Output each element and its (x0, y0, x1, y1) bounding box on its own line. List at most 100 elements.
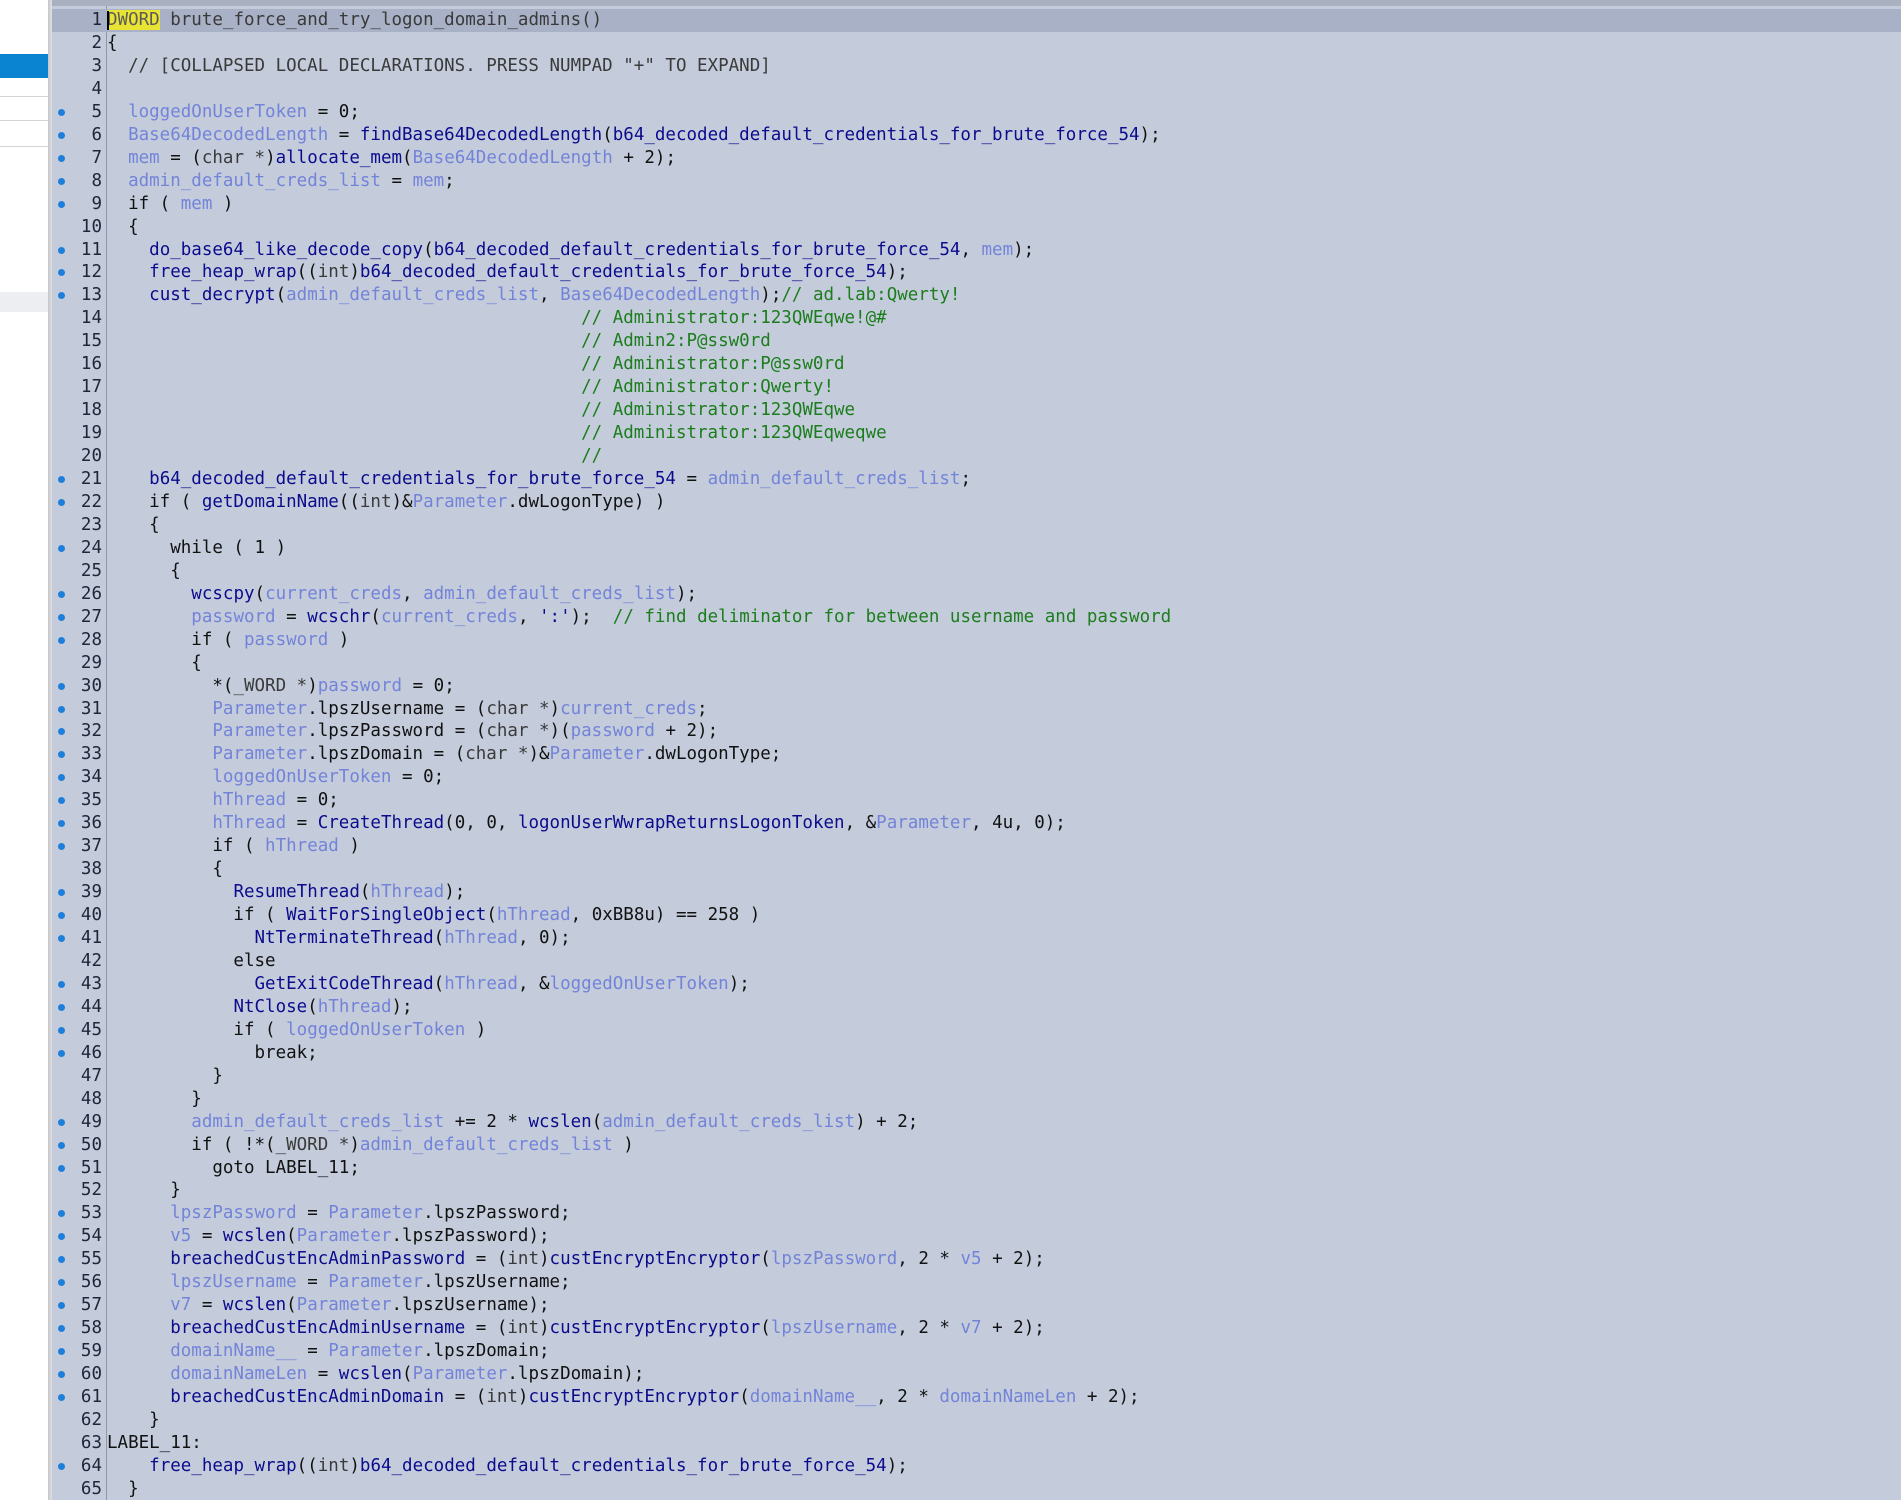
breakpoint-dot-icon[interactable] (58, 1325, 65, 1333)
code-token[interactable]: = (381, 171, 413, 191)
code-token[interactable] (107, 974, 255, 994)
code-token[interactable]: ); (676, 584, 697, 604)
left-panel-selected-item[interactable] (0, 54, 48, 78)
code-token[interactable]: hThread (318, 997, 392, 1017)
code-token[interactable]: } (107, 1066, 223, 1086)
code-text[interactable]: loggedOnUserToken = 0; (107, 766, 444, 789)
code-token[interactable]: password (244, 630, 328, 650)
highlighted-token[interactable]: DWORD (107, 10, 160, 30)
code-token[interactable]: = (328, 125, 360, 145)
code-token[interactable]: domainNameLen (939, 1387, 1076, 1407)
left-panel-hover-row[interactable] (0, 292, 48, 312)
code-line[interactable]: 23 { (52, 514, 1901, 537)
breakpoint-dot-icon[interactable] (58, 200, 65, 208)
code-token[interactable]: logonUserWwrapReturnsLogonToken (518, 813, 845, 833)
left-panel[interactable] (0, 0, 48, 1500)
code-token[interactable]: admin_default_creds_list (128, 171, 381, 191)
code-line[interactable]: 63 LABEL_11: (52, 1432, 1901, 1455)
breakpoint-dot-icon[interactable] (58, 1164, 65, 1172)
code-token[interactable]: wcslen (339, 1364, 402, 1384)
code-text[interactable]: password = wcschr(current_creds, ':'); /… (107, 606, 1171, 629)
breakpoint-dot-icon[interactable] (58, 131, 65, 139)
code-line[interactable]: 61 breachedCustEncAdminDomain = (int)cus… (52, 1386, 1901, 1409)
code-line[interactable]: 36 hThread = CreateThread(0, 0, logonUse… (52, 812, 1901, 835)
code-token[interactable]: = ( (465, 1249, 508, 1269)
code-line[interactable]: 2{ (52, 32, 1901, 55)
code-token[interactable] (107, 148, 128, 168)
code-line[interactable]: 22 if ( getDomainName((int)&Parameter.dw… (52, 491, 1901, 514)
breakpoint-dot-icon[interactable] (58, 476, 65, 483)
code-token[interactable]: char * (202, 148, 265, 168)
code-text[interactable]: break; (107, 1042, 318, 1065)
code-token[interactable]: findBase64DecodedLength (360, 125, 602, 145)
code-token[interactable]: ) (328, 630, 350, 650)
code-token[interactable]: goto LABEL_11; (107, 1158, 360, 1178)
code-token[interactable]: loggedOnUserToken (128, 102, 307, 122)
code-line[interactable]: 1 DWORD brute_force_and_try_logon_domain_… (52, 9, 1901, 32)
code-token[interactable]: v5 (170, 1226, 191, 1246)
code-token[interactable]: wcslen (223, 1226, 286, 1246)
code-text[interactable]: LABEL_11: (107, 1432, 202, 1455)
code-token[interactable]: ( (592, 1112, 603, 1132)
code-token[interactable]: ); (1140, 125, 1161, 145)
code-token[interactable]: ; (960, 469, 971, 489)
code-line[interactable]: 54 v5 = wcslen(Parameter.lpszPassword); (52, 1225, 1901, 1248)
code-token[interactable]: , (539, 285, 560, 305)
breakpoint-dot-icon[interactable] (58, 1049, 65, 1057)
code-token[interactable]: ) (465, 1020, 487, 1040)
code-token[interactable]: current_creds (381, 607, 518, 627)
code-text[interactable]: Base64DecodedLength = findBase64DecodedL… (107, 124, 1161, 147)
breakpoint-dot-icon[interactable] (58, 889, 65, 897)
code-token[interactable]: mem (413, 171, 445, 191)
code-text[interactable]: Parameter.lpszUsername = (char *)current… (107, 698, 708, 721)
code-token[interactable]: Parameter (297, 1295, 392, 1315)
code-token[interactable]: if ( (107, 630, 244, 650)
code-token[interactable]: if ( !*( (107, 1135, 275, 1155)
code-text[interactable]: if ( loggedOnUserToken ) (107, 1019, 486, 1042)
code-text[interactable]: if ( mem ) (107, 193, 233, 216)
code-token[interactable]: admin_default_creds_list (286, 285, 539, 305)
code-comment[interactable]: // Admin2:P@ssw0rd (581, 331, 771, 351)
code-line[interactable]: 40 if ( WaitForSingleObject(hThread, 0xB… (52, 904, 1901, 927)
code-token[interactable]: .lpszUsername; (423, 1272, 571, 1292)
code-token[interactable]: lpszPassword (771, 1249, 897, 1269)
code-token[interactable]: ; (697, 699, 708, 719)
code-token[interactable]: Parameter (413, 1364, 508, 1384)
code-token[interactable] (107, 1226, 170, 1246)
code-line[interactable]: 32 Parameter.lpszPassword = (char *)(pas… (52, 720, 1901, 743)
code-token[interactable]: , 0xBB8u) == 258 ) (571, 905, 761, 925)
breakpoint-dot-icon[interactable] (58, 1462, 65, 1470)
code-line[interactable]: 8 admin_default_creds_list = mem; (52, 170, 1901, 193)
code-line[interactable]: 47 } (52, 1065, 1901, 1088)
code-text[interactable]: else (107, 950, 275, 973)
code-line[interactable]: 45 if ( loggedOnUserToken ) (52, 1019, 1901, 1042)
code-token[interactable]: = (676, 469, 708, 489)
code-token[interactable]: v7 (960, 1318, 981, 1338)
code-token[interactable]: break; (107, 1043, 318, 1063)
code-token[interactable] (107, 1387, 170, 1407)
code-token[interactable] (107, 1295, 170, 1315)
code-token[interactable]: ( (739, 1387, 750, 1407)
code-token[interactable]: hThread (444, 928, 518, 948)
code-token[interactable]: hThread (497, 905, 571, 925)
code-token[interactable]: custEncryptEncryptor (528, 1387, 739, 1407)
code-token[interactable]: wcscpy (191, 584, 254, 604)
pseudocode-view[interactable]: 1 DWORD brute_force_and_try_logon_domain_… (52, 0, 1901, 1500)
code-token[interactable] (107, 1272, 170, 1292)
code-token[interactable]: ( (286, 1295, 297, 1315)
code-token[interactable]: ); (887, 262, 908, 282)
code-text[interactable]: domainName__ = Parameter.lpszDomain; (107, 1340, 549, 1363)
code-token[interactable]: hThread (212, 790, 286, 810)
code-line[interactable]: 19 // Administrator:123QWEqweqwe (52, 422, 1901, 445)
code-token[interactable]: if ( (107, 905, 286, 925)
code-line[interactable]: 9 if ( mem ) (52, 193, 1901, 216)
code-token[interactable] (107, 882, 233, 902)
code-token[interactable]: v7 (170, 1295, 191, 1315)
code-line[interactable]: 49 admin_default_creds_list += 2 * wcsle… (52, 1111, 1901, 1134)
code-token[interactable] (107, 400, 581, 420)
code-comment[interactable]: // Administrator:123QWEqwe (581, 400, 855, 420)
code-token[interactable]: if ( (107, 1020, 286, 1040)
code-token[interactable]: , 2 * (897, 1249, 960, 1269)
code-line[interactable]: 55 breachedCustEncAdminPassword = (int)c… (52, 1248, 1901, 1271)
code-token[interactable] (107, 171, 128, 191)
